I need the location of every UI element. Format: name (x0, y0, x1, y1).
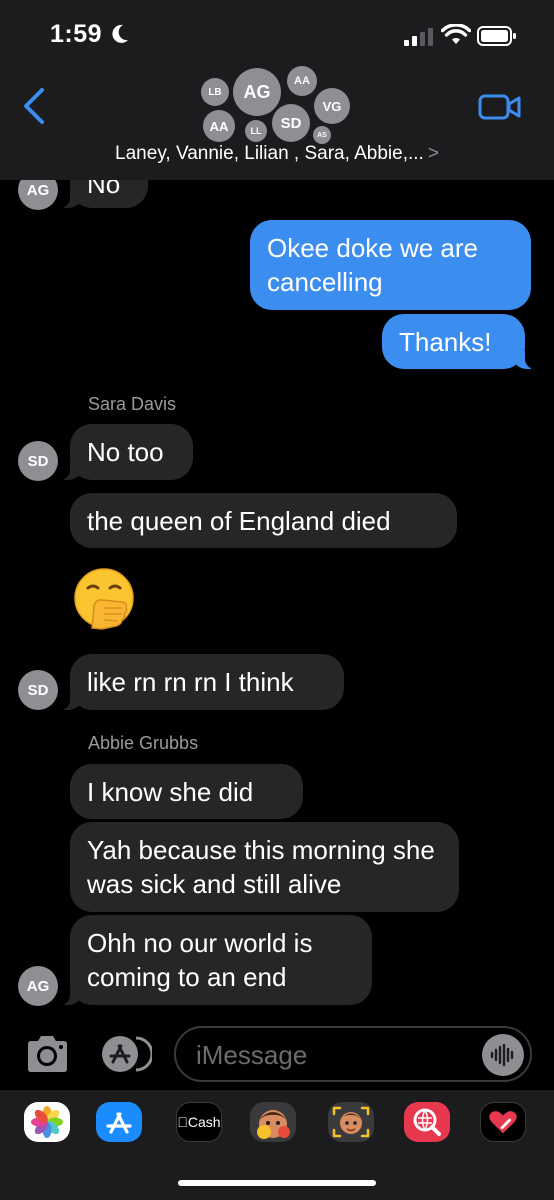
chevron-right-icon: > (427, 143, 439, 164)
message-bubble-incoming[interactable]: Ohh no our world is coming to an end (58, 915, 372, 1005)
battery-icon (477, 26, 516, 46)
group-name: Laney, Vannie, Lilian , Sara, Abbie,... (115, 143, 424, 164)
home-indicator[interactable] (178, 1180, 376, 1186)
message-text: the queen of England died (87, 505, 391, 536)
avatar-ag: AG (233, 68, 281, 116)
avatar-aa: AA (287, 66, 317, 96)
memoji-app-icon[interactable] (328, 1102, 374, 1142)
avatar-aa-2: AA (203, 110, 235, 142)
web-images-search-icon[interactable] (404, 1102, 450, 1142)
wifi-icon (441, 24, 471, 44)
moon-icon (112, 24, 128, 43)
imessage-input[interactable] (196, 1038, 476, 1072)
apple-cash-app-icon[interactable]: Cash (176, 1102, 222, 1142)
avatar-sd: SD (272, 104, 310, 142)
digital-touch-heart-icon[interactable] (480, 1102, 526, 1142)
message-bubble-incoming[interactable]: the queen of England died (70, 493, 457, 548)
message-text: Yah because this morning she was sick an… (87, 835, 435, 899)
status-time: 1:59 (50, 20, 103, 48)
message-bubble-incoming[interactable]: Yah because this morning she was sick an… (70, 822, 459, 912)
back-chevron-icon[interactable] (20, 86, 48, 126)
avatar-ll: LL (245, 120, 267, 142)
message-text: Okee doke we are cancelling (267, 233, 479, 297)
memoji-stickers-icon[interactable] (250, 1102, 296, 1142)
audio-message-button[interactable] (482, 1034, 524, 1076)
message-text: No too (87, 437, 164, 467)
message-text: like rn rn rn I think (87, 667, 294, 697)
sender-avatar-ag: AG (18, 966, 58, 1006)
message-bubble-incoming[interactable]: No too (58, 424, 193, 480)
message-bubble-incoming[interactable]: like rn rn rn I think (58, 654, 344, 710)
cash-label: Cash (182, 1114, 221, 1130)
sender-name: Sara Davis (88, 394, 177, 414)
sender-avatar-sd: SD (18, 441, 58, 481)
facetime-video-icon[interactable] (478, 92, 522, 122)
app-store-app-icon[interactable] (96, 1102, 142, 1142)
apple-logo-icon:  (177, 1114, 188, 1130)
conversation-header: 1:59 LB AG AA AA LL SD VG AS Laney, Vann… (0, 0, 554, 180)
group-name-button[interactable]: Laney, Vannie, Lilian , Sara, Abbie,... > (0, 143, 554, 165)
sender-name: Abbie Grubbs (88, 733, 199, 753)
avatar-as: AS (313, 126, 331, 144)
cellular-signal-icon (404, 28, 433, 46)
message-bubble-outgoing[interactable]: Thanks! (382, 314, 537, 369)
sender-avatar-sd: SD (18, 670, 58, 710)
message-input-field[interactable] (174, 1026, 532, 1082)
photos-app-icon[interactable] (24, 1102, 70, 1142)
message-bubble-incoming[interactable]: I know she did (70, 764, 303, 819)
app-store-icon[interactable] (96, 1034, 152, 1074)
status-bar: 1:59 (0, 0, 554, 64)
avatar-lb: LB (201, 78, 229, 106)
hand-over-mouth-emoji[interactable] (72, 566, 136, 630)
camera-icon[interactable] (24, 1034, 70, 1074)
message-text: Thanks! (399, 326, 492, 357)
message-bubble-outgoing[interactable]: Okee doke we are cancelling (250, 220, 531, 310)
message-text: Ohh no our world is coming to an end (87, 928, 313, 992)
message-text: I know she did (87, 776, 254, 807)
avatar-vg: VG (314, 88, 350, 124)
waveform-icon (490, 1044, 514, 1066)
